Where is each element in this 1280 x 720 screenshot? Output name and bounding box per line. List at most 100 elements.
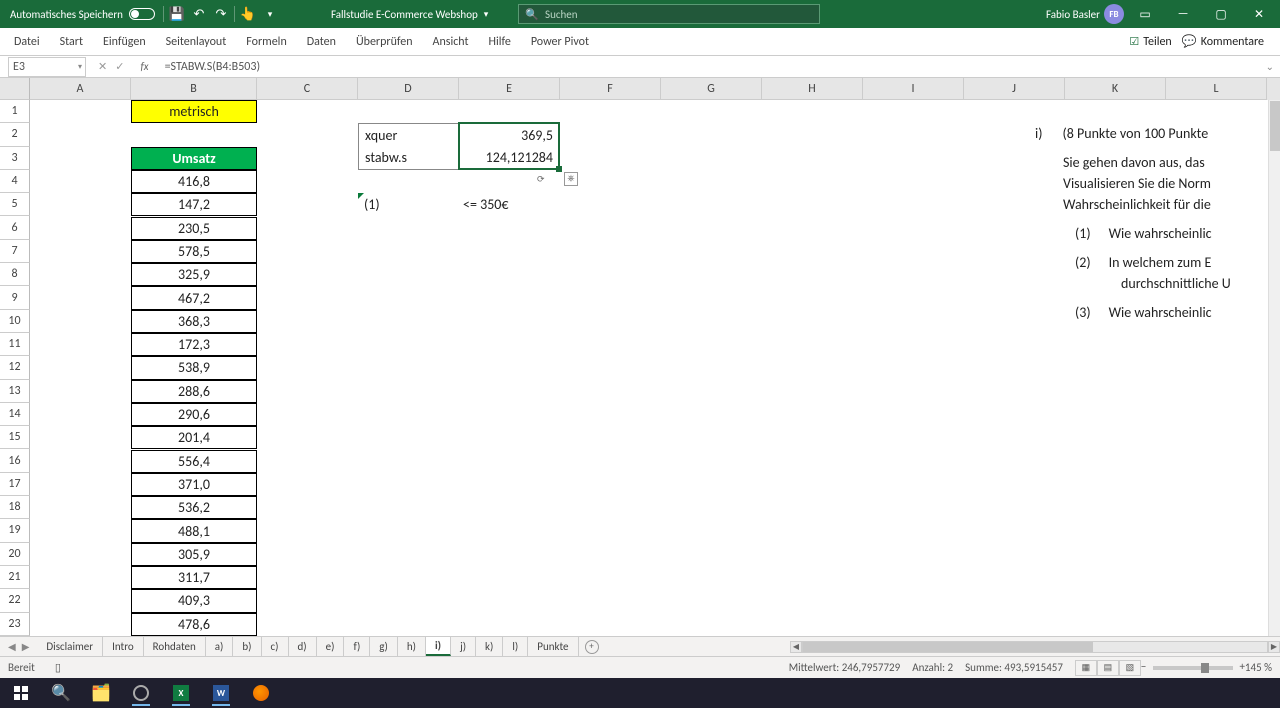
row-head-23[interactable]: 23 bbox=[0, 613, 30, 636]
sheet-tab-b[interactable]: b) bbox=[233, 637, 261, 656]
row-head-1[interactable]: 1 bbox=[0, 100, 30, 123]
cell-D2[interactable]: xquer bbox=[358, 123, 459, 146]
minimize-icon[interactable]: — bbox=[1166, 0, 1200, 28]
cell-B13[interactable]: 288,6 bbox=[131, 380, 257, 403]
sheet-tab-h[interactable]: h) bbox=[398, 637, 426, 656]
ribbon-tab-seitenlayout[interactable]: Seitenlayout bbox=[156, 28, 237, 55]
sheet-tab-i[interactable]: i) bbox=[426, 637, 451, 656]
cell-B21[interactable]: 311,7 bbox=[131, 566, 257, 589]
row-head-15[interactable]: 15 bbox=[0, 426, 30, 449]
row-head-11[interactable]: 11 bbox=[0, 333, 30, 356]
error-indicator-icon[interactable] bbox=[358, 193, 364, 199]
cell-B1[interactable]: metrisch bbox=[131, 100, 257, 123]
col-head-D[interactable]: D bbox=[358, 78, 459, 100]
sheet-tab-Punkte[interactable]: Punkte bbox=[528, 637, 578, 656]
close-icon[interactable]: ✕ bbox=[1242, 0, 1276, 28]
cell-B10[interactable]: 368,3 bbox=[131, 310, 257, 333]
col-head-L[interactable]: L bbox=[1166, 78, 1267, 100]
cell-D3[interactable]: stabw.s bbox=[358, 147, 459, 170]
sheet-tab-Disclaimer[interactable]: Disclaimer bbox=[37, 637, 103, 656]
formula-input[interactable]: =STABW.S(B4:B503) bbox=[159, 60, 1260, 74]
row-head-17[interactable]: 17 bbox=[0, 473, 30, 496]
cell-B4[interactable]: 416,8 bbox=[131, 170, 257, 193]
user-name[interactable]: Fabio Basler bbox=[1046, 8, 1100, 21]
fill-handle[interactable] bbox=[556, 166, 562, 172]
sheet-tab-d[interactable]: d) bbox=[289, 637, 317, 656]
cell-B18[interactable]: 536,2 bbox=[131, 496, 257, 519]
share-button[interactable]: ☑ Teilen bbox=[1129, 34, 1171, 49]
sheet-tab-k[interactable]: k) bbox=[476, 637, 503, 656]
vertical-scrollbar[interactable] bbox=[1268, 100, 1280, 636]
sheet-tab-e[interactable]: e) bbox=[317, 637, 345, 656]
view-page-break-icon[interactable]: ▧ bbox=[1119, 660, 1141, 676]
col-head-E[interactable]: E bbox=[459, 78, 560, 100]
col-head-A[interactable]: A bbox=[30, 78, 131, 100]
ribbon-display-icon[interactable]: ▭ bbox=[1128, 0, 1162, 28]
row-head-7[interactable]: 7 bbox=[0, 240, 30, 263]
cell-B3[interactable]: Umsatz bbox=[131, 147, 257, 170]
cell-B6[interactable]: 230,5 bbox=[131, 217, 257, 240]
word-icon[interactable]: W bbox=[204, 680, 238, 706]
row-head-8[interactable]: 8 bbox=[0, 263, 30, 286]
view-page-layout-icon[interactable]: ▤ bbox=[1097, 660, 1119, 676]
maximize-icon[interactable]: ▢ bbox=[1204, 0, 1238, 28]
cancel-formula-icon[interactable]: ✕ bbox=[98, 60, 107, 73]
qat-dropdown-icon[interactable]: ▾ bbox=[259, 9, 281, 20]
cell-B22[interactable]: 409,3 bbox=[131, 589, 257, 612]
ribbon-tab-datei[interactable]: Datei bbox=[4, 28, 50, 55]
sheet-tab-a[interactable]: a) bbox=[206, 637, 234, 656]
cell-B16[interactable]: 556,4 bbox=[131, 450, 257, 473]
fx-icon[interactable]: fx bbox=[140, 60, 148, 73]
document-title[interactable]: Fallstudie E-Commerce Webshop ▾ bbox=[331, 8, 488, 21]
accept-formula-icon[interactable]: ✓ bbox=[115, 60, 124, 73]
undo-icon[interactable]: ↶ bbox=[188, 7, 210, 22]
search-input[interactable]: 🔍 Suchen bbox=[518, 4, 820, 24]
cell-B12[interactable]: 538,9 bbox=[131, 356, 257, 379]
ribbon-tab-daten[interactable]: Daten bbox=[297, 28, 346, 55]
cell-B17[interactable]: 371,0 bbox=[131, 473, 257, 496]
autosave-toggle[interactable] bbox=[129, 8, 155, 20]
name-box[interactable]: E3 bbox=[8, 57, 86, 77]
cell-B5[interactable]: 147,2 bbox=[131, 193, 257, 216]
col-head-C[interactable]: C bbox=[257, 78, 358, 100]
cell-B15[interactable]: 201,4 bbox=[131, 426, 257, 449]
cell-E2[interactable]: 369,5 bbox=[459, 123, 560, 146]
save-icon[interactable]: 💾 bbox=[166, 7, 188, 22]
horizontal-scrollbar[interactable]: ◀▶ bbox=[790, 640, 1280, 654]
ribbon-tab-hilfe[interactable]: Hilfe bbox=[479, 28, 521, 55]
ribbon-tab-überprüfen[interactable]: Überprüfen bbox=[346, 28, 423, 55]
row-head-4[interactable]: 4 bbox=[0, 170, 30, 193]
select-all-corner[interactable] bbox=[0, 78, 30, 100]
cell-B11[interactable]: 172,3 bbox=[131, 333, 257, 356]
row-head-2[interactable]: 2 bbox=[0, 123, 30, 146]
redo-icon[interactable]: ↷ bbox=[210, 7, 232, 22]
col-head-F[interactable]: F bbox=[560, 78, 661, 100]
firefox-icon[interactable] bbox=[244, 680, 278, 706]
row-head-13[interactable]: 13 bbox=[0, 380, 30, 403]
sheet-tab-j[interactable]: j) bbox=[451, 637, 476, 656]
comments-button[interactable]: 💬 Kommentare bbox=[1182, 34, 1264, 49]
sheet-nav-next-icon[interactable]: ▶ bbox=[22, 640, 30, 653]
macro-record-icon[interactable]: ▯ bbox=[55, 661, 61, 674]
col-head-K[interactable]: K bbox=[1065, 78, 1166, 100]
avatar[interactable]: FB bbox=[1104, 4, 1124, 24]
row-head-6[interactable]: 6 bbox=[0, 216, 30, 239]
col-head-G[interactable]: G bbox=[661, 78, 762, 100]
cell-B14[interactable]: 290,6 bbox=[131, 403, 257, 426]
cell-B19[interactable]: 488,1 bbox=[131, 519, 257, 542]
row-head-21[interactable]: 21 bbox=[0, 566, 30, 589]
row-head-9[interactable]: 9 bbox=[0, 286, 30, 309]
sheet-tab-c[interactable]: c) bbox=[262, 637, 289, 656]
sheet-nav-prev-icon[interactable]: ◀ bbox=[8, 640, 16, 653]
ribbon-tab-power pivot[interactable]: Power Pivot bbox=[521, 28, 599, 55]
obs-icon[interactable] bbox=[124, 680, 158, 706]
col-head-H[interactable]: H bbox=[762, 78, 863, 100]
row-head-5[interactable]: 5 bbox=[0, 193, 30, 216]
spreadsheet-grid[interactable]: ABCDEFGHIJKL 123456789101112131415161718… bbox=[0, 78, 1280, 636]
row-head-22[interactable]: 22 bbox=[0, 589, 30, 612]
col-head-I[interactable]: I bbox=[863, 78, 964, 100]
zoom-level[interactable]: 145 % bbox=[1245, 661, 1272, 674]
touch-mode-icon[interactable]: 👆 bbox=[237, 7, 259, 22]
cell-D5[interactable]: (1) bbox=[358, 193, 459, 216]
cell-B7[interactable]: 578,5 bbox=[131, 240, 257, 263]
